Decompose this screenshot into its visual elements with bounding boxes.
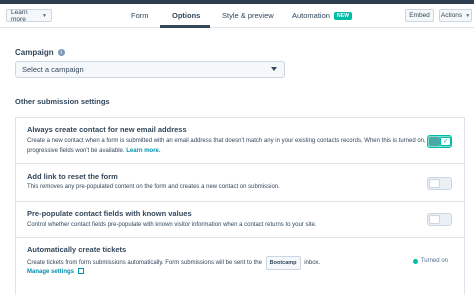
status-dot-icon [412, 258, 418, 264]
setting-row-create-contact: Always create contact for new email addr… [16, 118, 464, 164]
campaign-select[interactable]: Select a campaign [15, 61, 285, 78]
setting-description: Control whether contact fields pre-popul… [27, 222, 317, 228]
active-tab-indicator [160, 25, 210, 28]
toggle-knob [429, 215, 440, 224]
setting-row-tickets: Automatically create tickets Create tick… [16, 238, 464, 295]
setting-title: Automatically create tickets [27, 245, 127, 254]
manage-settings-wrapper: Manage settings [27, 267, 427, 277]
tab-style-preview[interactable]: Style & preview [222, 4, 274, 27]
reset-link-toggle[interactable] [427, 177, 452, 190]
tab-options[interactable]: Options [172, 4, 200, 27]
toggle-fill [429, 137, 440, 146]
learn-more-label: Learn more [11, 8, 28, 23]
campaign-select-value: Select a campaign [22, 65, 84, 74]
setting-row-prepopulate: Pre-populate contact fields with known v… [16, 202, 464, 238]
tab-automation[interactable]: Automation NEW [292, 4, 353, 27]
settings-card: Always create contact for new email addr… [15, 117, 465, 295]
chevron-down-icon: ▼ [42, 12, 47, 19]
setting-title: Pre-populate contact fields with known v… [27, 209, 192, 218]
status-badge: Turned on [412, 258, 448, 264]
setting-title: Add link to reset the form [27, 172, 118, 181]
campaign-label: Campaign i [15, 48, 65, 57]
setting-description: This removes any pre-populated content o… [27, 184, 280, 190]
actions-dropdown[interactable]: Actions ▼ [439, 9, 472, 22]
create-contact-toggle[interactable]: ✓ [427, 135, 452, 148]
setting-description: Create a new contact when a form is subm… [27, 138, 426, 154]
info-icon[interactable]: i [57, 49, 65, 56]
form-editor-header: Learn more ▼ Form Options Style & previe… [0, 4, 474, 28]
new-badge: NEW [333, 11, 353, 20]
check-icon: ✓ [440, 137, 451, 146]
prepopulate-toggle[interactable] [427, 213, 452, 226]
setting-row-reset-link: Add link to reset the form This removes … [16, 164, 464, 202]
tab-form[interactable]: Form [131, 4, 149, 27]
section-title: Other submission settings [15, 97, 110, 106]
learn-more-dropdown[interactable]: Learn more ▼ [6, 8, 52, 23]
caret-down-icon [271, 67, 277, 71]
external-link-icon [77, 268, 84, 274]
chevron-down-icon: ▼ [465, 12, 471, 19]
setting-title: Always create contact for new email addr… [27, 125, 187, 134]
embed-button[interactable]: Embed [405, 9, 434, 22]
learn-more-link[interactable]: Learn more. [126, 148, 160, 154]
toggle-knob [429, 179, 440, 188]
manage-settings-link[interactable]: Manage settings [27, 269, 74, 275]
